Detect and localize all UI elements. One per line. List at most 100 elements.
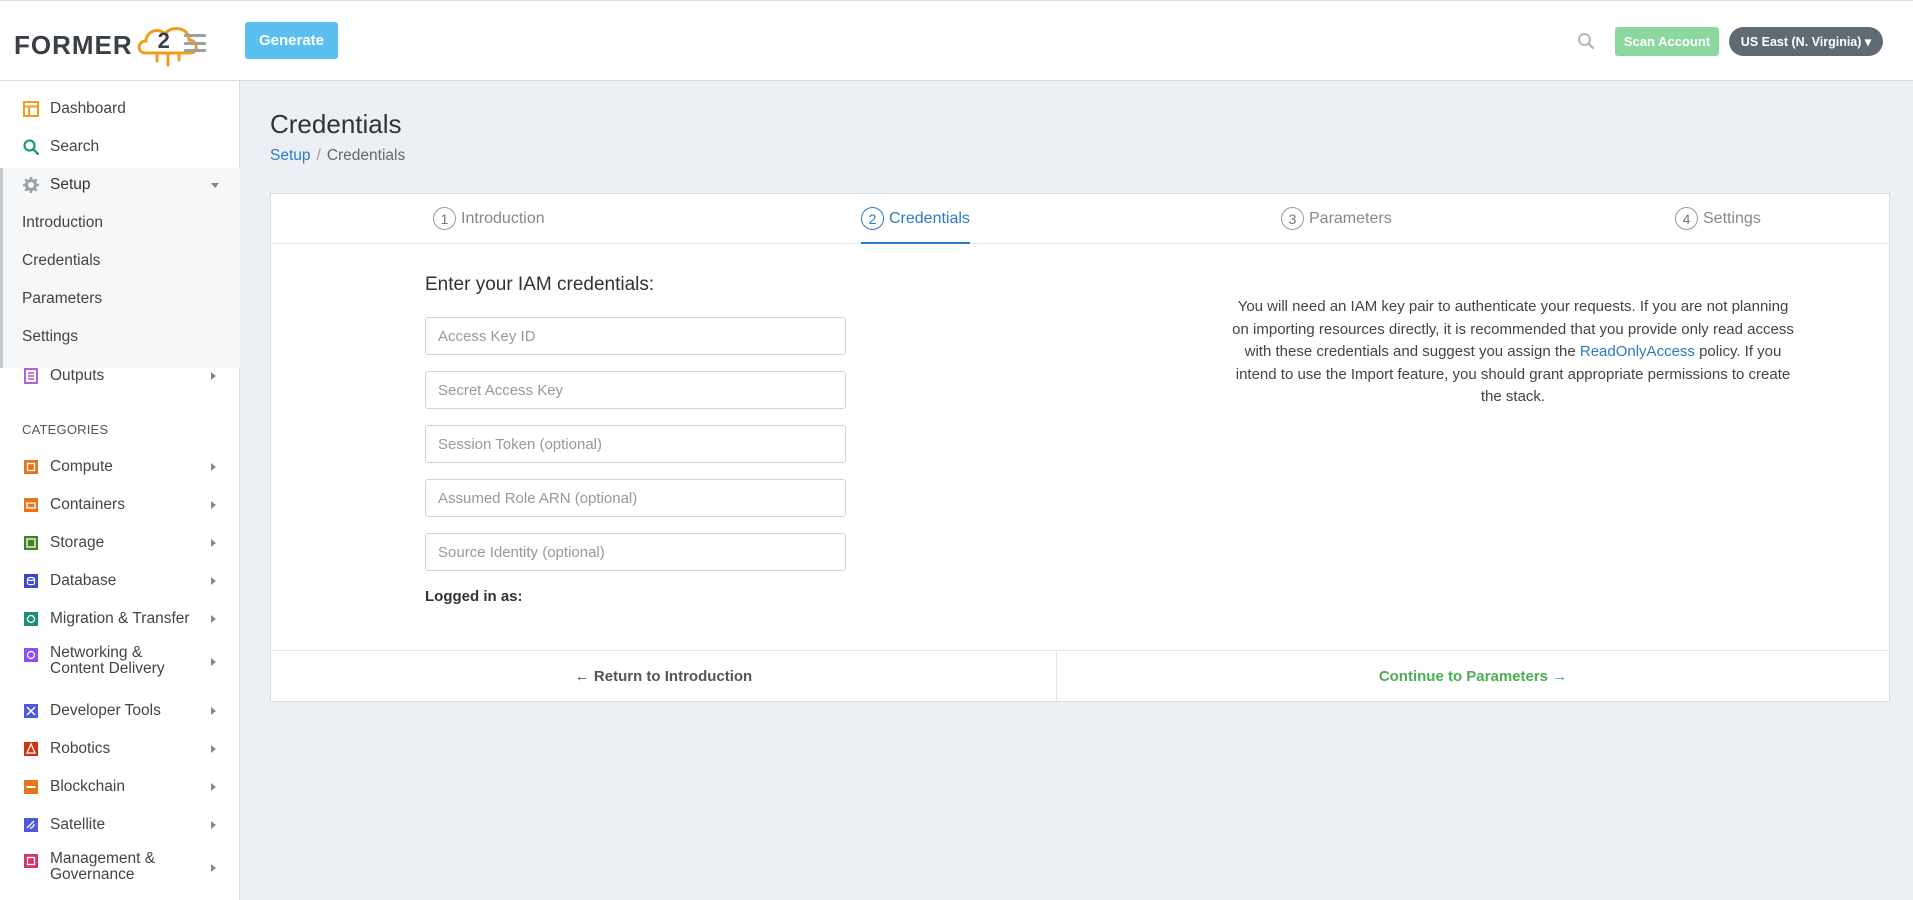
sidebar-category-robotics[interactable]: Robotics [0, 730, 240, 768]
sidebar-category-satellite[interactable]: Satellite [0, 806, 240, 844]
sidebar-subitem-credentials[interactable]: Credentials [22, 252, 100, 270]
sidebar-category-compute[interactable]: Compute [0, 448, 240, 486]
step-number: 4 [1675, 207, 1698, 230]
search-icon [23, 139, 40, 156]
sidebar-category-database[interactable]: Database [0, 562, 240, 600]
step-parameters[interactable]: 3 Parameters [1281, 207, 1392, 244]
sidebar-item-dashboard[interactable]: Dashboard [0, 90, 240, 128]
assumed-role-arn-input[interactable] [425, 479, 846, 517]
sidebar: Dashboard Search Setup Introduction Cred… [0, 81, 240, 900]
sidebar-subitem-settings[interactable]: Settings [22, 328, 78, 346]
scan-account-button[interactable]: Scan Account [1615, 27, 1719, 56]
sidebar-item-label: Database [50, 572, 117, 589]
page-title: Credentials [270, 109, 402, 139]
sidebar-item-label: Outputs [50, 367, 105, 384]
step-label: Settings [1703, 210, 1761, 227]
sidebar-category-management[interactable]: Management & Governance [0, 844, 240, 892]
chevron-right-icon [211, 821, 216, 829]
wizard-steps: 1 Introduction 2 Credentials 3 Parameter… [271, 194, 1889, 244]
sidebar-item-label: Setup [50, 176, 91, 193]
top-header: FORMER 2 Generate Scan Account US East (… [0, 0, 1913, 81]
secret-access-key-input[interactable] [425, 371, 846, 409]
blockchain-icon [23, 779, 39, 795]
developer-tools-icon [23, 703, 39, 719]
sidebar-category-blockchain[interactable]: Blockchain [0, 768, 240, 806]
breadcrumb: Setup / Credentials [270, 147, 405, 165]
breadcrumb-current: Credentials [326, 147, 406, 164]
step-number: 3 [1281, 207, 1304, 230]
hamburger-menu-icon[interactable] [184, 34, 206, 52]
chevron-right-icon [211, 501, 216, 509]
management-icon [23, 853, 39, 869]
region-dropdown[interactable]: US East (N. Virginia) ▾ [1729, 27, 1883, 56]
session-token-input[interactable] [425, 425, 846, 463]
step-settings[interactable]: 4 Settings [1675, 207, 1761, 244]
networking-icon [23, 647, 39, 663]
sidebar-category-storage[interactable]: Storage [0, 524, 240, 562]
chevron-right-icon [211, 658, 216, 666]
sidebar-category-networking[interactable]: Networking & Content Delivery [0, 638, 240, 686]
chevron-right-icon [211, 707, 216, 715]
sidebar-item-label: Networking & Content Delivery [50, 644, 165, 677]
breadcrumb-setup-link[interactable]: Setup [270, 147, 311, 164]
chevron-down-icon [211, 183, 219, 188]
sidebar-item-label: Developer Tools [50, 702, 161, 719]
step-label: Introduction [461, 210, 545, 227]
logo-text: FORMER [14, 29, 133, 60]
step-number: 1 [433, 207, 456, 230]
categories-heading: CATEGORIES [22, 422, 109, 437]
card-footer: ← Return to Introduction Continue to Par… [271, 650, 1889, 702]
access-key-id-input[interactable] [425, 317, 846, 355]
satellite-icon [23, 817, 39, 833]
form-title: Enter your IAM credentials: [425, 274, 655, 295]
migration-icon [23, 611, 39, 627]
sidebar-item-label: Containers [50, 496, 125, 513]
chevron-right-icon [211, 783, 216, 791]
sidebar-category-containers[interactable]: Containers [0, 486, 240, 524]
sidebar-category-migration[interactable]: Migration & Transfer [0, 600, 240, 638]
sidebar-item-label: Storage [50, 534, 105, 551]
sidebar-item-search[interactable]: Search [0, 128, 240, 166]
return-to-introduction-button[interactable]: ← Return to Introduction [271, 651, 1057, 702]
chevron-right-icon [211, 864, 216, 872]
chevron-right-icon [211, 745, 216, 753]
former2-logo[interactable]: FORMER 2 [14, 23, 201, 67]
chevron-right-icon [211, 615, 216, 623]
continue-to-parameters-button[interactable]: Continue to Parameters → [1057, 651, 1889, 702]
sidebar-subitem-introduction[interactable]: Introduction [22, 214, 103, 232]
containers-icon [23, 497, 39, 513]
chevron-right-icon [211, 372, 216, 380]
logo-number: 2 [157, 28, 170, 53]
source-identity-input[interactable] [425, 533, 846, 571]
step-credentials[interactable]: 2 Credentials [861, 207, 970, 244]
sidebar-subitem-parameters[interactable]: Parameters [22, 290, 102, 308]
logged-in-label: Logged in as: [425, 588, 523, 605]
step-introduction[interactable]: 1 Introduction [433, 207, 545, 244]
header-search-icon[interactable] [1577, 32, 1595, 50]
chevron-right-icon [211, 539, 216, 547]
database-icon [23, 573, 39, 589]
sidebar-item-label: Blockchain [50, 778, 125, 795]
dashboard-icon [23, 101, 39, 117]
sidebar-item-label: Dashboard [50, 100, 126, 117]
sidebar-item-label: Compute [50, 458, 113, 475]
generate-button[interactable]: Generate [245, 22, 338, 59]
sidebar-item-label: Satellite [50, 816, 106, 833]
outputs-icon [23, 368, 39, 384]
storage-icon [23, 535, 39, 551]
breadcrumb-separator: / [316, 147, 321, 164]
sidebar-item-outputs[interactable]: Outputs [0, 357, 240, 395]
robotics-icon [23, 741, 39, 757]
chevron-right-icon [211, 577, 216, 585]
sidebar-item-setup[interactable]: Setup [0, 166, 240, 204]
sidebar-item-label: Robotics [50, 740, 111, 757]
sidebar-item-label: Management & Governance [50, 850, 156, 883]
readonlyaccess-link[interactable]: ReadOnlyAccess [1580, 343, 1695, 360]
sidebar-category-developer-tools[interactable]: Developer Tools [0, 692, 240, 730]
credentials-card: 1 Introduction 2 Credentials 3 Parameter… [270, 193, 1890, 702]
chevron-right-icon [211, 463, 216, 471]
credentials-info-text: You will need an IAM key pair to authent… [1232, 298, 1794, 405]
step-label: Credentials [889, 210, 970, 227]
gear-icon [23, 177, 39, 193]
step-number: 2 [861, 207, 884, 230]
